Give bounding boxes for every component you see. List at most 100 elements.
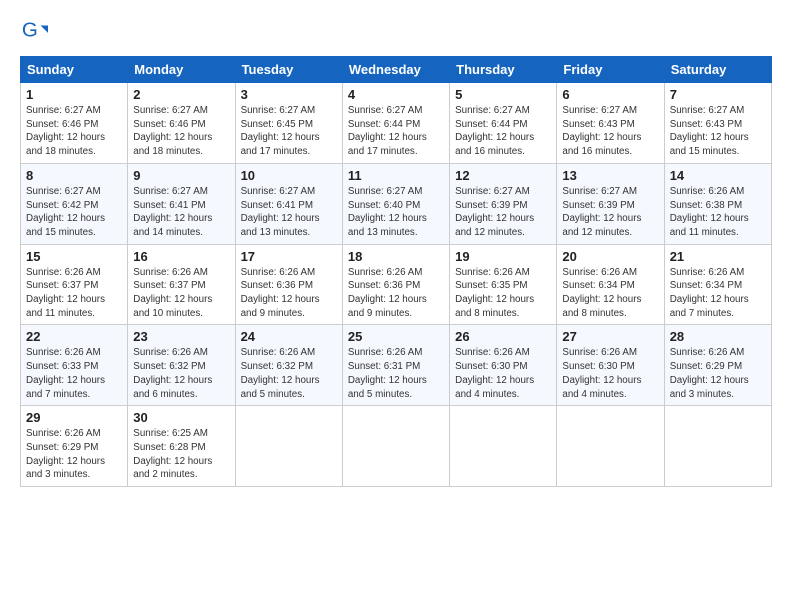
day-info: Sunrise: 6:27 AMSunset: 6:41 PMDaylight:…	[241, 186, 320, 238]
day-info: Sunrise: 6:26 AMSunset: 6:38 PMDaylight:…	[670, 186, 749, 238]
day-number: 4	[348, 87, 444, 102]
day-info: Sunrise: 6:26 AMSunset: 6:37 PMDaylight:…	[133, 267, 212, 319]
day-info: Sunrise: 6:27 AMSunset: 6:44 PMDaylight:…	[348, 105, 427, 157]
day-info: Sunrise: 6:26 AMSunset: 6:37 PMDaylight:…	[26, 267, 105, 319]
calendar-header-monday: Monday	[128, 57, 235, 83]
day-number: 24	[241, 329, 337, 344]
calendar-cell: 3 Sunrise: 6:27 AMSunset: 6:45 PMDayligh…	[235, 83, 342, 164]
header: G	[20, 18, 772, 46]
calendar-cell: 12 Sunrise: 6:27 AMSunset: 6:39 PMDaylig…	[450, 163, 557, 244]
logo-icon: G	[20, 18, 48, 46]
day-number: 29	[26, 410, 122, 425]
calendar-cell: 16 Sunrise: 6:26 AMSunset: 6:37 PMDaylig…	[128, 244, 235, 325]
day-number: 3	[241, 87, 337, 102]
day-number: 2	[133, 87, 229, 102]
logo: G	[20, 18, 52, 46]
calendar-cell: 19 Sunrise: 6:26 AMSunset: 6:35 PMDaylig…	[450, 244, 557, 325]
day-number: 11	[348, 168, 444, 183]
calendar-cell: 5 Sunrise: 6:27 AMSunset: 6:44 PMDayligh…	[450, 83, 557, 164]
day-number: 15	[26, 249, 122, 264]
day-info: Sunrise: 6:27 AMSunset: 6:42 PMDaylight:…	[26, 186, 105, 238]
day-info: Sunrise: 6:27 AMSunset: 6:46 PMDaylight:…	[133, 105, 212, 157]
day-number: 12	[455, 168, 551, 183]
day-number: 22	[26, 329, 122, 344]
calendar-week-5: 29 Sunrise: 6:26 AMSunset: 6:29 PMDaylig…	[21, 406, 772, 487]
day-number: 28	[670, 329, 766, 344]
calendar-week-4: 22 Sunrise: 6:26 AMSunset: 6:33 PMDaylig…	[21, 325, 772, 406]
calendar-cell: 9 Sunrise: 6:27 AMSunset: 6:41 PMDayligh…	[128, 163, 235, 244]
day-number: 13	[562, 168, 658, 183]
day-info: Sunrise: 6:26 AMSunset: 6:33 PMDaylight:…	[26, 347, 105, 399]
calendar-cell: 24 Sunrise: 6:26 AMSunset: 6:32 PMDaylig…	[235, 325, 342, 406]
day-info: Sunrise: 6:26 AMSunset: 6:32 PMDaylight:…	[241, 347, 320, 399]
day-number: 16	[133, 249, 229, 264]
page-container: G SundayMondayTuesdayWednesdayThursdayFr…	[0, 0, 792, 497]
calendar-header-thursday: Thursday	[450, 57, 557, 83]
day-info: Sunrise: 6:26 AMSunset: 6:31 PMDaylight:…	[348, 347, 427, 399]
calendar-week-1: 1 Sunrise: 6:27 AMSunset: 6:46 PMDayligh…	[21, 83, 772, 164]
calendar-header-tuesday: Tuesday	[235, 57, 342, 83]
day-number: 23	[133, 329, 229, 344]
day-info: Sunrise: 6:27 AMSunset: 6:40 PMDaylight:…	[348, 186, 427, 238]
calendar-cell: 25 Sunrise: 6:26 AMSunset: 6:31 PMDaylig…	[342, 325, 449, 406]
day-info: Sunrise: 6:27 AMSunset: 6:41 PMDaylight:…	[133, 186, 212, 238]
calendar-cell: 13 Sunrise: 6:27 AMSunset: 6:39 PMDaylig…	[557, 163, 664, 244]
day-info: Sunrise: 6:27 AMSunset: 6:45 PMDaylight:…	[241, 105, 320, 157]
day-number: 21	[670, 249, 766, 264]
calendar-cell: 27 Sunrise: 6:26 AMSunset: 6:30 PMDaylig…	[557, 325, 664, 406]
calendar-cell: 30 Sunrise: 6:25 AMSunset: 6:28 PMDaylig…	[128, 406, 235, 487]
calendar-cell: 17 Sunrise: 6:26 AMSunset: 6:36 PMDaylig…	[235, 244, 342, 325]
calendar-cell: 2 Sunrise: 6:27 AMSunset: 6:46 PMDayligh…	[128, 83, 235, 164]
calendar-cell: 11 Sunrise: 6:27 AMSunset: 6:40 PMDaylig…	[342, 163, 449, 244]
day-info: Sunrise: 6:26 AMSunset: 6:30 PMDaylight:…	[455, 347, 534, 399]
calendar-week-3: 15 Sunrise: 6:26 AMSunset: 6:37 PMDaylig…	[21, 244, 772, 325]
day-number: 10	[241, 168, 337, 183]
day-number: 1	[26, 87, 122, 102]
day-info: Sunrise: 6:27 AMSunset: 6:43 PMDaylight:…	[562, 105, 641, 157]
day-info: Sunrise: 6:26 AMSunset: 6:29 PMDaylight:…	[26, 428, 105, 480]
calendar-header-saturday: Saturday	[664, 57, 771, 83]
day-number: 17	[241, 249, 337, 264]
day-info: Sunrise: 6:26 AMSunset: 6:32 PMDaylight:…	[133, 347, 212, 399]
day-number: 6	[562, 87, 658, 102]
day-number: 7	[670, 87, 766, 102]
day-number: 25	[348, 329, 444, 344]
calendar-header-sunday: Sunday	[21, 57, 128, 83]
day-info: Sunrise: 6:27 AMSunset: 6:46 PMDaylight:…	[26, 105, 105, 157]
calendar-cell: 4 Sunrise: 6:27 AMSunset: 6:44 PMDayligh…	[342, 83, 449, 164]
day-number: 5	[455, 87, 551, 102]
calendar-cell: 7 Sunrise: 6:27 AMSunset: 6:43 PMDayligh…	[664, 83, 771, 164]
day-info: Sunrise: 6:26 AMSunset: 6:29 PMDaylight:…	[670, 347, 749, 399]
day-info: Sunrise: 6:27 AMSunset: 6:43 PMDaylight:…	[670, 105, 749, 157]
calendar-header-wednesday: Wednesday	[342, 57, 449, 83]
calendar-table: SundayMondayTuesdayWednesdayThursdayFrid…	[20, 56, 772, 487]
day-info: Sunrise: 6:26 AMSunset: 6:30 PMDaylight:…	[562, 347, 641, 399]
day-number: 20	[562, 249, 658, 264]
day-info: Sunrise: 6:27 AMSunset: 6:39 PMDaylight:…	[562, 186, 641, 238]
calendar-cell: 23 Sunrise: 6:26 AMSunset: 6:32 PMDaylig…	[128, 325, 235, 406]
calendar-cell	[342, 406, 449, 487]
calendar-cell: 28 Sunrise: 6:26 AMSunset: 6:29 PMDaylig…	[664, 325, 771, 406]
day-number: 14	[670, 168, 766, 183]
calendar-cell	[450, 406, 557, 487]
calendar-header-friday: Friday	[557, 57, 664, 83]
calendar-cell	[557, 406, 664, 487]
day-number: 19	[455, 249, 551, 264]
day-info: Sunrise: 6:26 AMSunset: 6:35 PMDaylight:…	[455, 267, 534, 319]
calendar-cell: 8 Sunrise: 6:27 AMSunset: 6:42 PMDayligh…	[21, 163, 128, 244]
calendar-cell: 18 Sunrise: 6:26 AMSunset: 6:36 PMDaylig…	[342, 244, 449, 325]
day-number: 9	[133, 168, 229, 183]
day-info: Sunrise: 6:27 AMSunset: 6:44 PMDaylight:…	[455, 105, 534, 157]
day-info: Sunrise: 6:27 AMSunset: 6:39 PMDaylight:…	[455, 186, 534, 238]
calendar-cell: 26 Sunrise: 6:26 AMSunset: 6:30 PMDaylig…	[450, 325, 557, 406]
calendar-cell: 14 Sunrise: 6:26 AMSunset: 6:38 PMDaylig…	[664, 163, 771, 244]
day-info: Sunrise: 6:26 AMSunset: 6:36 PMDaylight:…	[348, 267, 427, 319]
day-number: 30	[133, 410, 229, 425]
calendar-cell: 15 Sunrise: 6:26 AMSunset: 6:37 PMDaylig…	[21, 244, 128, 325]
calendar-week-2: 8 Sunrise: 6:27 AMSunset: 6:42 PMDayligh…	[21, 163, 772, 244]
calendar-cell: 6 Sunrise: 6:27 AMSunset: 6:43 PMDayligh…	[557, 83, 664, 164]
calendar-cell: 21 Sunrise: 6:26 AMSunset: 6:34 PMDaylig…	[664, 244, 771, 325]
svg-text:G: G	[22, 19, 38, 42]
day-info: Sunrise: 6:26 AMSunset: 6:34 PMDaylight:…	[670, 267, 749, 319]
day-info: Sunrise: 6:26 AMSunset: 6:34 PMDaylight:…	[562, 267, 641, 319]
